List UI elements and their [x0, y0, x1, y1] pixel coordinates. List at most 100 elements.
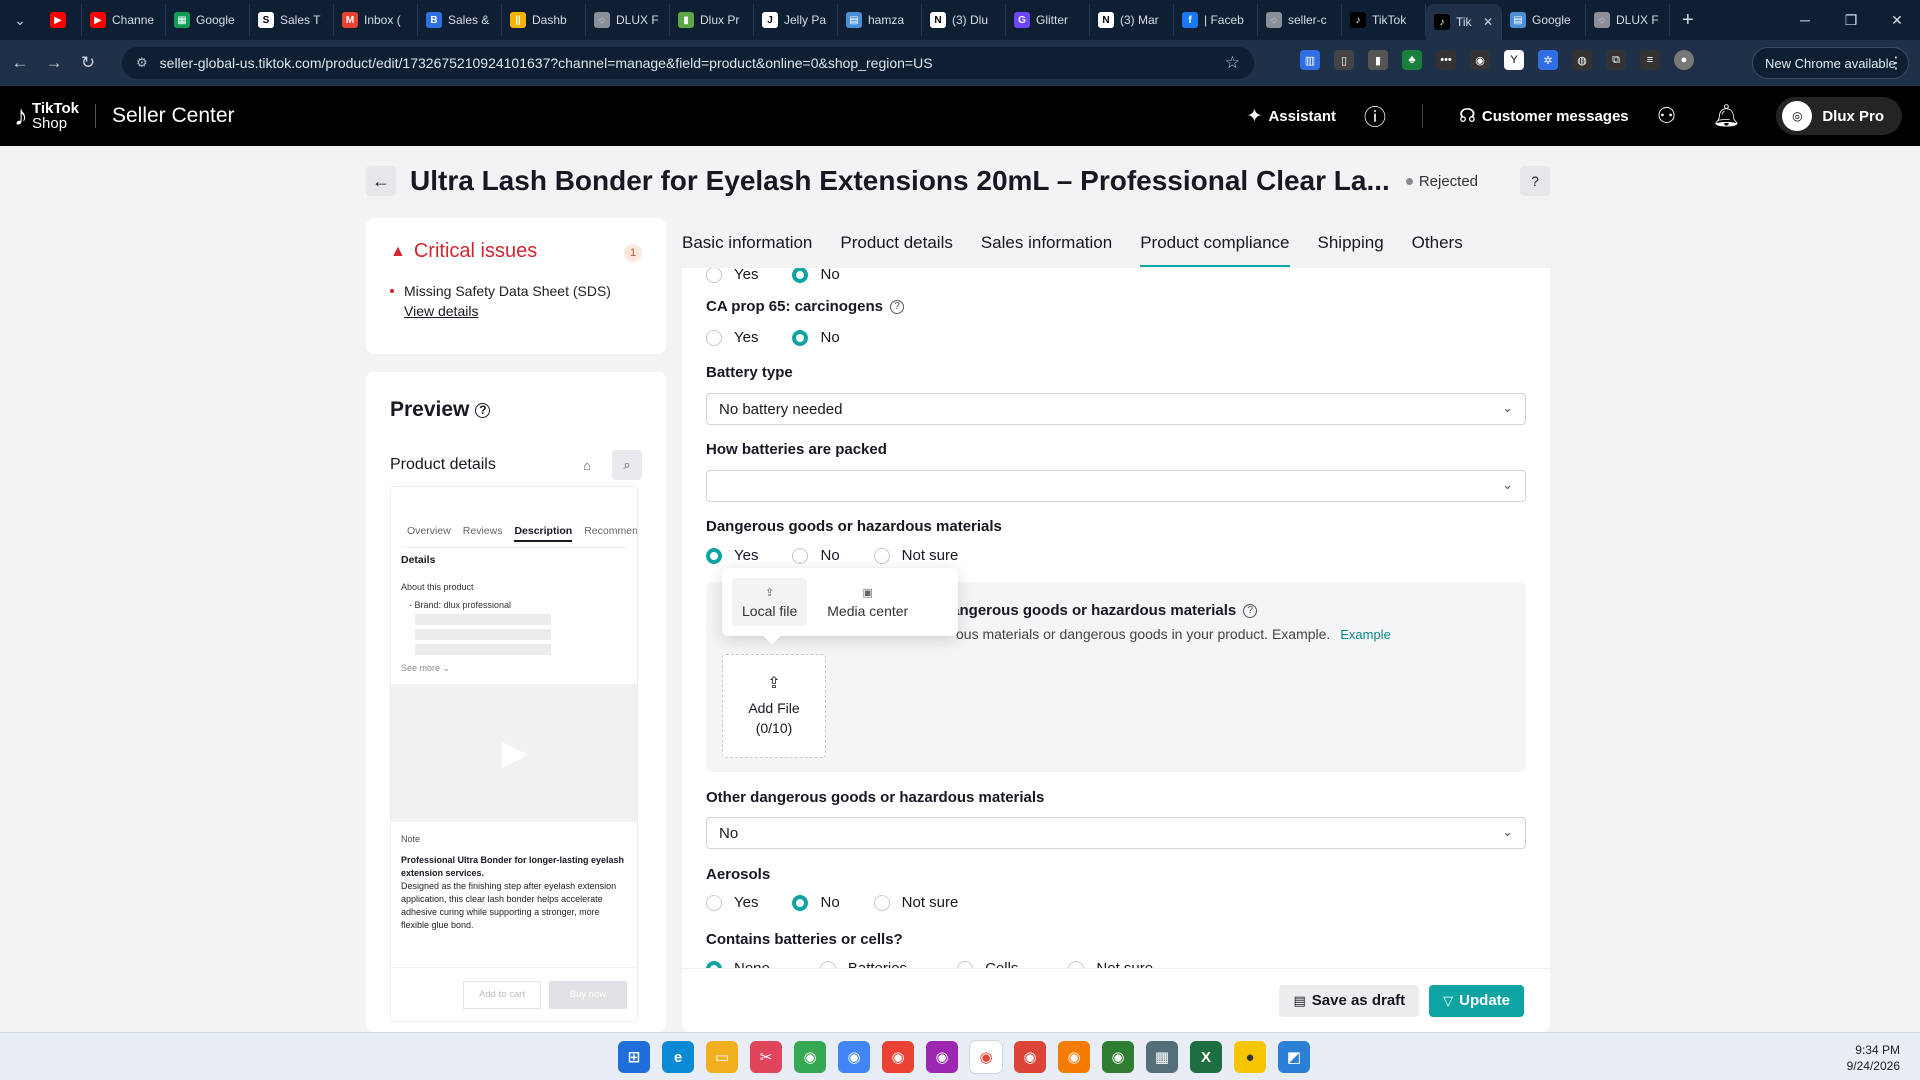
extensions-puzzle-icon[interactable]: ⧉ — [1606, 50, 1626, 70]
phone-tab-reviews[interactable]: Reviews — [463, 525, 503, 549]
browser-tab[interactable]: S Sales T — [250, 4, 334, 36]
shopping-bag-icon[interactable]: ⌂ — [572, 450, 602, 480]
browser-tab[interactable]: ▤ Google — [1502, 4, 1586, 36]
profile-menu[interactable]: ◎ Dlux Pro — [1776, 97, 1902, 135]
reload-icon[interactable]: ↻ — [74, 49, 102, 77]
radio-no[interactable]: No — [792, 268, 840, 283]
add-file-button[interactable]: ⇪ Add File (0/10) — [722, 654, 826, 758]
browser-tab[interactable]: ◌ DLUX F — [586, 4, 670, 36]
media-center-option[interactable]: ▣ Media center — [817, 578, 918, 626]
browser-tab[interactable]: J Jelly Pa — [754, 4, 838, 36]
extension-doc-icon[interactable]: ▮ — [1368, 50, 1388, 70]
batteries-packed-select[interactable]: ⌄ — [706, 470, 1526, 502]
ca-prop-yes-radio[interactable]: Yes — [706, 329, 758, 346]
phone-tab-recommended[interactable]: Recommen — [584, 525, 637, 549]
tab-search-icon[interactable]: ⌄ — [8, 8, 32, 32]
tab-product-compliance[interactable]: Product compliance — [1140, 218, 1290, 268]
browser-tab[interactable]: ▤ hamza — [838, 4, 922, 36]
extension-gear-icon[interactable]: ✲ — [1538, 50, 1558, 70]
new-chrome-available-button[interactable]: New Chrome available — [1752, 47, 1909, 79]
edge-icon[interactable]: e — [662, 1041, 694, 1073]
bookmark-star-icon[interactable]: ☆ — [1225, 53, 1240, 73]
extension-dots-icon[interactable]: ••• — [1436, 50, 1456, 70]
cb-batteries-radio[interactable]: Batteries — [819, 960, 907, 968]
minimize-icon[interactable]: ─ — [1782, 0, 1828, 40]
browser-tab[interactable]: G Glitter — [1006, 4, 1090, 36]
browser-tab[interactable]: ◌ DLUX F — [1586, 4, 1670, 36]
extension-leaf-icon[interactable]: ♣ — [1402, 50, 1422, 70]
browser-tab[interactable]: B Sales & — [418, 4, 502, 36]
cb-not-sure-radio[interactable]: Not sure — [1068, 960, 1153, 968]
chrome-icon[interactable]: ◉ — [1102, 1041, 1134, 1073]
see-more-link[interactable]: See more ⌄ — [401, 663, 627, 674]
tab-shipping[interactable]: Shipping — [1318, 218, 1384, 268]
tiktok-shop-logo[interactable]: ♪ TikTok Shop — [14, 100, 79, 132]
chrome-icon[interactable]: ◉ — [794, 1041, 826, 1073]
help-icon[interactable]: ⓘ — [1364, 100, 1386, 132]
excel-icon[interactable]: X — [1190, 1041, 1222, 1073]
magnify-preview-icon[interactable]: ⌕ — [612, 450, 642, 480]
dangerous-no-radio[interactable]: No — [792, 547, 840, 564]
photos-icon[interactable]: ◩ — [1278, 1041, 1310, 1073]
browser-tab[interactable]: ▶ — [42, 4, 82, 36]
extension-globe-icon[interactable]: ◍ — [1572, 50, 1592, 70]
browser-tab[interactable]: ▦ Google — [166, 4, 250, 36]
account-switch-icon[interactable]: ⚇ — [1657, 103, 1677, 129]
chrome-icon[interactable]: ◉ — [882, 1041, 914, 1073]
phone-tab-description[interactable]: Description — [514, 525, 573, 542]
ca-prop-no-radio[interactable]: No — [792, 329, 840, 346]
address-bar[interactable]: ⚙ seller-global-us.tiktok.com/product/ed… — [122, 47, 1254, 79]
cb-cells-radio[interactable]: Cells — [957, 960, 1018, 968]
question-icon[interactable]: ? — [475, 402, 491, 418]
restore-icon[interactable]: ❐ — [1828, 0, 1874, 40]
tab-basic-information[interactable]: Basic information — [682, 218, 812, 268]
local-file-option[interactable]: ⇪ Local file — [732, 578, 808, 626]
close-tab-icon[interactable]: ✕ — [1483, 15, 1493, 29]
update-button[interactable]: ▽ Update — [1429, 984, 1524, 1017]
browser-tab[interactable]: f | Faceb — [1174, 4, 1258, 36]
phone-tab-overview[interactable]: Overview — [407, 525, 451, 549]
browser-tab[interactable]: N (3) Mar — [1090, 4, 1174, 36]
windows-start-icon[interactable]: ⊞ — [618, 1041, 650, 1073]
dangerous-not-sure-radio[interactable]: Not sure — [873, 547, 958, 564]
other-dangerous-select[interactable]: No ⌄ — [706, 817, 1526, 849]
media-queue-icon[interactable]: ≡ — [1640, 50, 1660, 70]
browser-tab[interactable]: || Dashb — [502, 4, 586, 36]
ca-prop-help-icon[interactable]: ? — [889, 299, 904, 314]
example-link[interactable]: Example — [1340, 627, 1391, 642]
assistant-button[interactable]: ✦ Assistant — [1247, 105, 1336, 128]
back-arrow-icon[interactable]: ← — [6, 49, 34, 77]
extension-phone-icon[interactable]: ▯ — [1334, 50, 1354, 70]
aerosols-not-sure-radio[interactable]: Not sure — [873, 894, 958, 911]
file-explorer-icon[interactable]: ▭ — [706, 1041, 738, 1073]
browser-menu-icon[interactable]: ⋮ — [1888, 53, 1904, 73]
radio-yes[interactable]: Yes — [706, 268, 758, 283]
chrome-icon[interactable]: ◉ — [1058, 1041, 1090, 1073]
aerosols-no-radio[interactable]: No — [792, 894, 840, 911]
snipping-tool-icon[interactable]: ✂ — [750, 1041, 782, 1073]
back-button[interactable]: ← — [366, 166, 396, 196]
save-as-draft-button[interactable]: ▤ Save as draft — [1279, 984, 1420, 1017]
browser-tab[interactable]: ▮ Dlux Pr — [670, 4, 754, 36]
browser-tab[interactable]: ◌ seller-c — [1258, 4, 1342, 36]
browser-tab[interactable]: N (3) Dlu — [922, 4, 1006, 36]
profile-avatar-icon[interactable]: ● — [1674, 50, 1694, 70]
chrome-icon[interactable]: ◉ — [926, 1041, 958, 1073]
page-help-icon[interactable]: ? — [1520, 166, 1550, 196]
chat-icon[interactable]: ● — [1234, 1041, 1266, 1073]
video-placeholder[interactable]: ▶ — [391, 684, 637, 822]
tab-others[interactable]: Others — [1412, 218, 1463, 268]
new-tab-icon[interactable]: + — [1682, 9, 1694, 32]
site-info-icon[interactable]: ⚙ — [136, 55, 148, 71]
chrome-icon[interactable]: ◉ — [838, 1041, 870, 1073]
view-details-link[interactable]: View details — [404, 303, 478, 319]
bell-icon[interactable]: 🔔︎ — [1712, 103, 1740, 129]
dangerous-yes-radio[interactable]: Yes — [706, 547, 758, 564]
extension-chart-icon[interactable]: ▥ — [1300, 50, 1320, 70]
browser-tab[interactable]: ♪ TikTok — [1342, 4, 1426, 36]
extension-chat-icon[interactable]: ◉ — [1470, 50, 1490, 70]
forward-arrow-icon[interactable]: → — [40, 49, 68, 77]
browser-tab[interactable]: ▶ Channe — [82, 4, 166, 36]
chrome-active-icon[interactable]: ◉ — [970, 1041, 1002, 1073]
aerosols-yes-radio[interactable]: Yes — [706, 894, 758, 911]
